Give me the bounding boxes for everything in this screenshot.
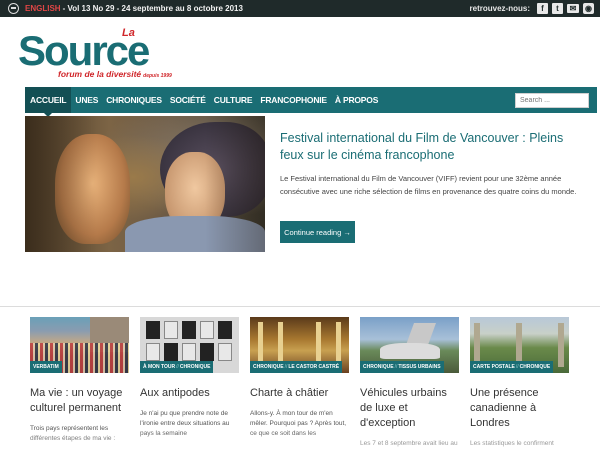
nav-item-societe[interactable]: SOCIÉTÉ (166, 87, 210, 113)
thumbnail-shape (218, 321, 232, 339)
issue-info: - Vol 13 No 29 - 24 septembre au 8 octob… (62, 4, 243, 13)
thumbnail-shape (164, 321, 178, 339)
article-thumbnail[interactable]: CARTE POSTALE//CHRONIQUE (470, 317, 569, 373)
category-label[interactable]: LE CASTOR CASTRÉ (288, 364, 339, 370)
article-card[interactable]: CHRONIQUE//TISSUS URBAINS Véhicules urba… (360, 317, 459, 450)
article-card[interactable]: À MON TOUR//CHRONIQUE Aux antipodes Je n… (140, 317, 239, 450)
nav-item-culture[interactable]: CULTURE (210, 87, 257, 113)
nav-item-a-propos[interactable]: À PROPOS (331, 87, 382, 113)
thumbnail-shape (558, 323, 564, 367)
article-title[interactable]: Charte à châtier (250, 386, 349, 401)
badge-separator: // (284, 364, 288, 370)
featured-title[interactable]: Festival international du Film de Vancou… (280, 130, 580, 164)
category-label[interactable]: CARTE POSTALE (473, 364, 515, 370)
category-badge[interactable]: CARTE POSTALE//CHRONIQUE (470, 361, 554, 373)
article-excerpt: Je n'ai pu que prendre note de l'ironie … (140, 410, 230, 437)
thumbnail-shape (146, 321, 160, 339)
logo-prefix: La (122, 27, 135, 39)
article-thumbnail[interactable]: CHRONIQUE//TISSUS URBAINS (360, 317, 459, 373)
thumbnail-shape (182, 343, 196, 361)
mail-icon[interactable]: ✉ (567, 4, 579, 13)
nav-item-unes[interactable]: UNES (71, 87, 102, 113)
thumbnail-shape (200, 343, 214, 361)
category-label[interactable]: CHRONIQUE (520, 364, 551, 370)
featured-image-shade (25, 116, 265, 252)
category-label[interactable]: CHRONIQUE (363, 364, 394, 370)
logo-tagline: forum de la diversité depuis 1999 (58, 69, 172, 79)
article-card[interactable]: CHRONIQUE//LE CASTOR CASTRÉ Charte à châ… (250, 317, 349, 450)
badge-separator: // (515, 364, 519, 370)
article-excerpt: Les statistiques le confirment année apr… (470, 440, 554, 447)
category-badge[interactable]: À MON TOUR//CHRONIQUE (140, 361, 214, 373)
logo-since: depuis 1999 (143, 73, 172, 79)
thumbnail-shape (380, 343, 440, 359)
article-thumbnail[interactable]: VERBATIM (30, 317, 129, 373)
social-links: retrouvez-nous: f t ✉ ◉ (470, 3, 594, 14)
category-badge[interactable]: CHRONIQUE//TISSUS URBAINS (360, 361, 444, 373)
category-badge[interactable]: CHRONIQUE//LE CASTOR CASTRÉ (250, 361, 343, 373)
article-title[interactable]: Une présence canadienne à Londres (470, 386, 569, 431)
category-badge[interactable]: VERBATIM (30, 361, 62, 373)
logo-tagline-text: forum de la diversité (58, 69, 142, 79)
thumbnail-shape (218, 343, 232, 361)
facebook-icon[interactable]: f (537, 3, 548, 14)
twitter-icon[interactable]: t (552, 3, 563, 14)
badge-separator: // (394, 364, 398, 370)
article-title[interactable]: Véhicules urbains de luxe et d'exception (360, 386, 459, 431)
article-card[interactable]: VERBATIM Ma vie : un voyage culturel per… (30, 317, 129, 450)
thumbnail-shape (146, 343, 160, 361)
follow-label: retrouvez-nous: (469, 4, 530, 13)
category-label[interactable]: À MON TOUR (143, 364, 175, 370)
article-excerpt: Allons-y. À mon tour de m'en mêler. Pour… (250, 410, 347, 437)
top-bar: ENGLISH - Vol 13 No 29 - 24 septembre au… (0, 0, 600, 17)
article-thumbnail[interactable]: À MON TOUR//CHRONIQUE (140, 317, 239, 373)
featured-image[interactable] (25, 116, 265, 252)
article-excerpt: Trois pays représentent les différentes … (30, 425, 116, 442)
language-link[interactable]: ENGLISH (25, 4, 61, 13)
article-title[interactable]: Aux antipodes (140, 386, 239, 401)
badge-separator: // (176, 364, 179, 370)
nav-item-francophonie[interactable]: FRANCOPHONIE (256, 87, 331, 113)
site-logo[interactable]: Source La forum de la diversité depuis 19… (18, 27, 172, 89)
category-label[interactable]: CHRONIQUE (253, 364, 284, 370)
article-cards: VERBATIM Ma vie : un voyage culturel per… (0, 306, 600, 450)
rss-icon[interactable]: ◉ (583, 3, 594, 14)
continue-reading-button[interactable]: Continue reading → (280, 221, 355, 243)
article-excerpt: Les 7 et 8 septembre avait lieu au Van D… (360, 440, 458, 447)
thumbnail-shape (164, 343, 178, 361)
thumbnail-shape (182, 321, 196, 339)
thumbnail-shape (405, 323, 437, 345)
globe-icon (8, 3, 19, 14)
nav-item-chroniques[interactable]: CHRONIQUES (102, 87, 166, 113)
article-thumbnail[interactable]: CHRONIQUE//LE CASTOR CASTRÉ (250, 317, 349, 373)
article-title[interactable]: Ma vie : un voyage culturel permanent (30, 386, 129, 416)
article-card[interactable]: CARTE POSTALE//CHRONIQUE Une présence ca… (470, 317, 569, 450)
search-input[interactable] (515, 92, 589, 108)
main-nav: ACCUEIL UNES CHRONIQUES SOCIÉTÉ CULTURE … (25, 87, 597, 117)
category-label[interactable]: CHRONIQUE (180, 364, 211, 370)
featured-excerpt: Le Festival international du Film de Van… (280, 174, 577, 196)
category-label[interactable]: TISSUS URBAINS (398, 364, 440, 370)
category-label[interactable]: VERBATIM (33, 364, 59, 370)
thumbnail-shape (200, 321, 214, 339)
nav-item-accueil[interactable]: ACCUEIL (25, 87, 72, 117)
